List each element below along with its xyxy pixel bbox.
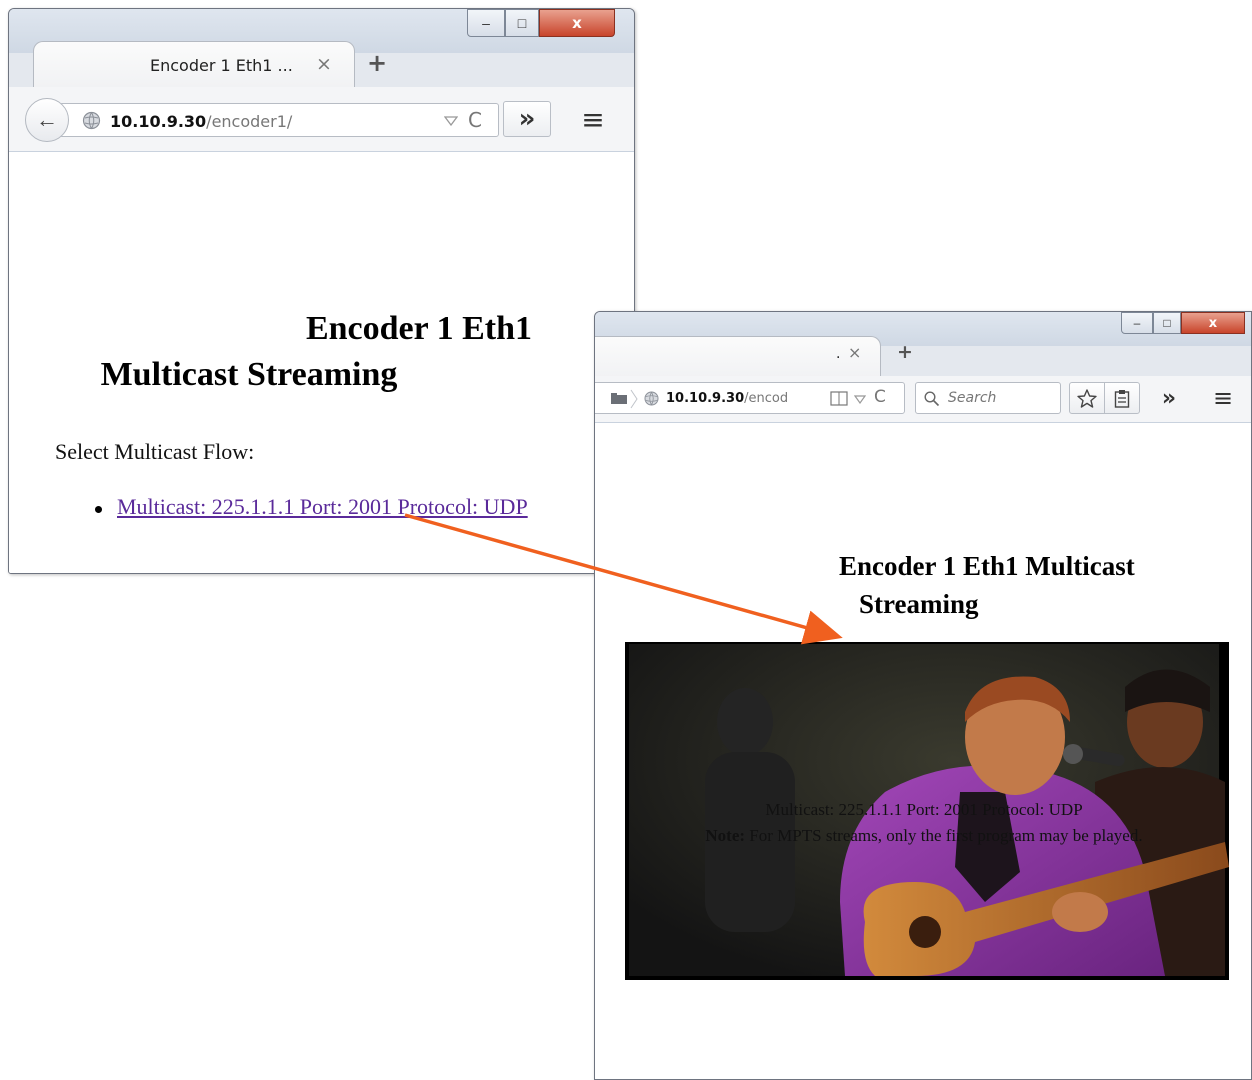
url-text: 10.10.9.30/encod	[666, 391, 788, 406]
maximize-icon: □	[1163, 316, 1171, 330]
back-button[interactable]: ←	[25, 98, 69, 142]
heading-line-2: Streaming	[859, 589, 979, 619]
tab-stream[interactable]: . ×	[595, 336, 881, 378]
heading-line-1: Encoder 1 Eth1	[305, 310, 533, 347]
hamburger-menu-icon: ≡	[581, 102, 605, 136]
page-content: Encoder 1 Eth1 Multicast Streaming Selec…	[9, 152, 634, 573]
bookmark-button[interactable]	[1069, 382, 1105, 414]
browser-window-encoder-list: – □ x Encoder 1 Eth1 ... × + 10.10.9.30/…	[8, 8, 635, 574]
menu-button[interactable]: ≡	[1205, 382, 1241, 414]
url-path: /encod	[744, 391, 789, 406]
navigation-bar: 10.10.9.30/encoder1/ C ← » ≡	[9, 87, 634, 152]
globe-icon	[82, 111, 101, 130]
tab-close-icon[interactable]: ×	[848, 343, 861, 362]
close-icon: x	[572, 14, 582, 32]
mpts-note: Note: For MPTS streams, only the first p…	[595, 826, 1251, 846]
minimize-icon: –	[482, 15, 490, 31]
tab-title: Encoder 1 Eth1 ...	[150, 56, 293, 75]
overflow-button[interactable]: »	[503, 101, 551, 137]
back-arrow-icon: ←	[36, 107, 58, 132]
tab-close-icon[interactable]: ×	[316, 53, 332, 75]
clipboard-icon	[1114, 389, 1130, 408]
search-placeholder: Search	[948, 390, 997, 406]
list-bullet	[95, 506, 102, 513]
tab-title: .	[836, 346, 841, 362]
minimize-button[interactable]: –	[1121, 312, 1153, 334]
window-caption-buttons: – □ x	[467, 9, 615, 37]
address-bar[interactable]: 10.10.9.30/encoder1/ C	[59, 103, 499, 137]
tab-strip: . × +	[595, 336, 1251, 378]
stream-caption: Multicast: 225.1.1.1 Port: 2001 Protocol…	[765, 800, 1083, 819]
page-heading: Encoder 1 Eth1 Multicast Streaming	[9, 306, 629, 398]
url-host: 10.10.9.30	[110, 112, 207, 131]
new-tab-icon[interactable]: +	[897, 341, 913, 363]
url-text: 10.10.9.30/encoder1/	[110, 112, 292, 131]
url-host: 10.10.9.30	[666, 391, 745, 406]
magnifier-icon	[924, 391, 940, 407]
reload-icon[interactable]: C	[468, 108, 482, 132]
folder-icon[interactable]	[610, 392, 628, 405]
breadcrumb-separator-icon	[630, 389, 638, 409]
dropdown-triangle-icon[interactable]	[854, 395, 866, 404]
close-window-button[interactable]: x	[539, 9, 615, 37]
reader-view-icon[interactable]	[830, 391, 848, 406]
reading-list-button[interactable]	[1104, 382, 1140, 414]
minimize-button[interactable]: –	[467, 9, 505, 37]
overflow-button[interactable]: »	[1151, 382, 1187, 414]
close-window-button[interactable]: x	[1181, 312, 1245, 334]
maximize-icon: □	[517, 15, 527, 31]
page-heading: Encoder 1 Eth1 Multicast Streaming	[839, 547, 1135, 623]
chevron-double-right-icon: »	[1161, 385, 1177, 411]
heading-line-2: Multicast Streaming	[100, 356, 398, 393]
globe-icon	[644, 391, 659, 406]
browser-window-stream-player: – □ x . × + 10.10.9.30/encod C Search » …	[594, 311, 1252, 1080]
note-text: For MPTS streams, only the first program…	[745, 826, 1143, 845]
select-flow-label: Select Multicast Flow:	[55, 439, 255, 464]
address-bar[interactable]: 10.10.9.30/encod C	[595, 382, 905, 414]
new-tab-icon[interactable]: +	[367, 49, 387, 77]
close-icon: x	[1208, 315, 1218, 331]
star-icon	[1077, 388, 1097, 408]
window-caption-buttons: – □ x	[1121, 312, 1245, 334]
chevron-double-right-icon: »	[518, 104, 536, 134]
tab-strip: Encoder 1 Eth1 ... × +	[9, 41, 634, 87]
navigation-bar: 10.10.9.30/encod C Search » ≡	[595, 376, 1251, 423]
reload-icon[interactable]: C	[874, 387, 886, 407]
multicast-flow-link[interactable]: Multicast: 225.1.1.1 Port: 2001 Protocol…	[117, 494, 528, 520]
menu-button[interactable]: ≡	[569, 101, 617, 137]
page-content: Encoder 1 Eth1 Multicast Streaming Multi…	[595, 423, 1251, 1079]
note-label: Note:	[705, 826, 746, 845]
dropdown-triangle-icon[interactable]	[444, 116, 458, 126]
heading-line-1: Encoder 1 Eth1 Multicast	[839, 551, 1135, 581]
maximize-button[interactable]: □	[1153, 312, 1181, 334]
search-input[interactable]: Search	[915, 382, 1061, 414]
hamburger-menu-icon: ≡	[1212, 384, 1234, 412]
maximize-button[interactable]: □	[505, 9, 539, 37]
minimize-icon: –	[1133, 316, 1141, 330]
url-path: /encoder1/	[206, 112, 293, 131]
tab-encoder1[interactable]: Encoder 1 Eth1 ... ×	[33, 41, 355, 87]
